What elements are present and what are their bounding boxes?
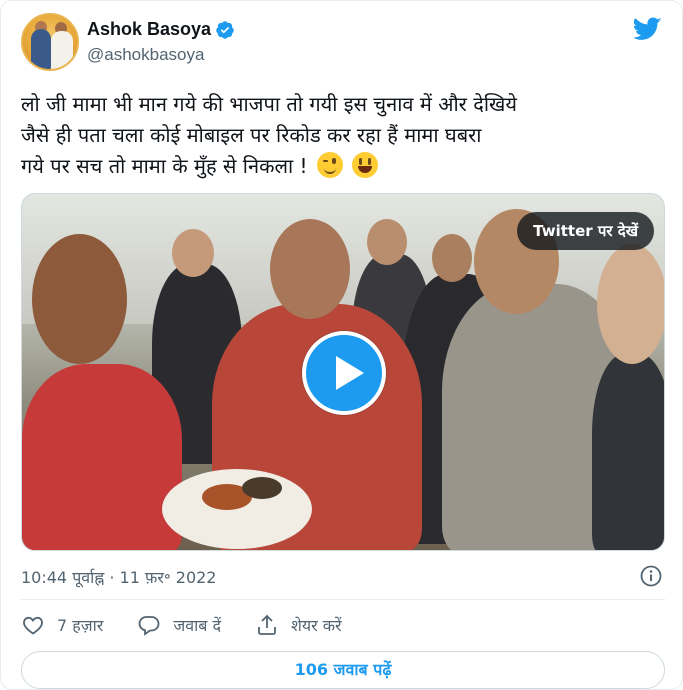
food-plate: [162, 469, 312, 549]
tweet-text-line-3: गये पर सच तो मामा के मुँह से निकला !: [21, 154, 308, 178]
share-button[interactable]: शेयर करें: [255, 613, 342, 637]
reply-bubble-icon: [138, 616, 160, 636]
read-replies-button[interactable]: 106 जवाब पढ़ें: [21, 651, 665, 689]
heart-icon: [23, 616, 43, 635]
divider: [21, 599, 665, 600]
person-red-shirt: [22, 364, 182, 550]
twitter-bird-icon[interactable]: [634, 17, 662, 41]
tweet-meta: 10:44 पूर्वाह्न · 11 फ़र॰ 2022: [21, 564, 665, 588]
tweet-text-line-2: जैसे ही पता चला कोई मोबाइल पर रिकोड कर र…: [21, 123, 482, 147]
like-button[interactable]: 7 हज़ार: [21, 613, 103, 637]
winking-face-emoji-icon: [316, 152, 343, 178]
info-icon[interactable]: [639, 564, 663, 588]
avatar[interactable]: [21, 13, 79, 71]
grinning-face-emoji-icon: [352, 152, 379, 178]
play-icon[interactable]: [302, 331, 386, 415]
timestamp[interactable]: 10:44 पूर्वाह्न · 11 फ़र॰ 2022: [21, 566, 216, 588]
reply-label: जवाब दें: [173, 616, 221, 635]
video-player[interactable]: Twitter पर देखें: [21, 193, 665, 551]
share-label: शेयर करें: [290, 616, 342, 635]
author-name[interactable]: Ashok Basoya: [87, 19, 211, 40]
reply-button[interactable]: जवाब दें: [137, 613, 221, 637]
like-count: 7 हज़ार: [57, 616, 104, 635]
author-name-row[interactable]: Ashok Basoya: [87, 19, 235, 40]
verified-badge-icon: [216, 20, 234, 39]
tweet-header: Ashok Basoya @ashokbasoya: [21, 13, 666, 73]
tweet-actions: 7 हज़ार जवाब दें शेयर करें: [21, 611, 376, 639]
tweet-text-line-1: लो जी मामा भी मान गये की भाजपा तो गयी इस…: [21, 92, 517, 116]
tweet-text: लो जी मामा भी मान गये की भाजपा तो गयी इस…: [21, 89, 661, 182]
tweet-card: Ashok Basoya @ashokbasoya लो जी मामा भी …: [0, 0, 683, 690]
author-handle[interactable]: @ashokbasoya: [87, 45, 204, 65]
share-icon: [258, 614, 276, 635]
watch-on-twitter-button[interactable]: Twitter पर देखें: [517, 212, 654, 250]
